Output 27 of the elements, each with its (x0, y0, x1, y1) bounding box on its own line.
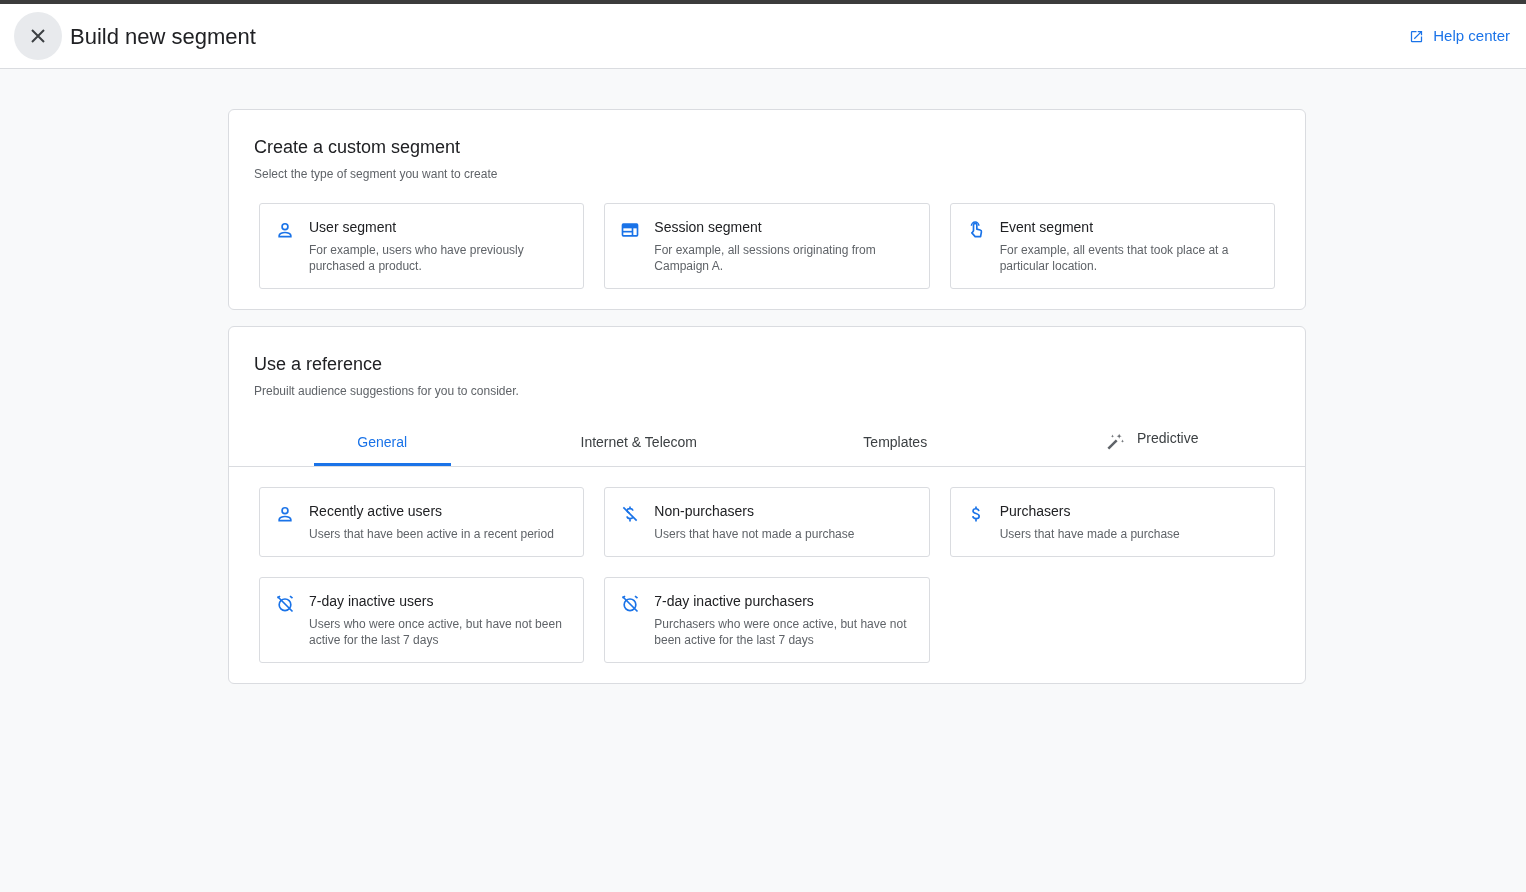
section-title: Create a custom segment (254, 136, 462, 159)
close-button[interactable] (14, 12, 62, 60)
browser-window-icon (620, 220, 641, 240)
crossed-alarm-icon (275, 594, 295, 614)
person-icon (275, 504, 295, 524)
segment-option[interactable]: User segment For example, users who have previously purchased a product. (259, 203, 585, 289)
section-subtitle: Prebuilt audience suggestions for you to consider. (253, 383, 520, 400)
segment-option[interactable]: Purchasers Users that have made a purchase (949, 487, 1275, 557)
section-subtitle: Select the type of segment you want to create (254, 166, 499, 183)
tab[interactable]: Templates (767, 418, 1024, 466)
segment-option[interactable]: Non-purchasers Users that have not made a purchase (604, 487, 930, 557)
person-icon (275, 220, 295, 240)
section-title: Use a reference (253, 353, 384, 376)
page-title: Build new segment (70, 22, 256, 51)
help-center-link[interactable]: Help center (1409, 24, 1510, 48)
tab[interactable]: General (314, 418, 451, 466)
tab[interactable]: Predictive (1023, 418, 1280, 466)
crossed-alarm-icon (620, 594, 641, 614)
close-icon (31, 29, 45, 43)
tab[interactable]: Internet & Telecom (510, 418, 767, 466)
segment-option[interactable]: Recently active users Users that have been active in a recent period (259, 487, 585, 557)
segment-option[interactable]: 7-day inactive purchasers Purchasers who were once active, but have not been active for the last 7 days (604, 577, 930, 663)
segment-option[interactable]: Session segment For example, all sessions originating from Campaign A. (604, 203, 930, 289)
segment-option[interactable]: Event segment For example, all events that took place at a particular location. (949, 203, 1275, 289)
segment-option[interactable]: 7-day inactive users Users who were once active, but have not been active for the last 7 days (259, 577, 585, 663)
external-link-icon (1409, 28, 1425, 44)
magic-wand-icon (1105, 432, 1125, 452)
